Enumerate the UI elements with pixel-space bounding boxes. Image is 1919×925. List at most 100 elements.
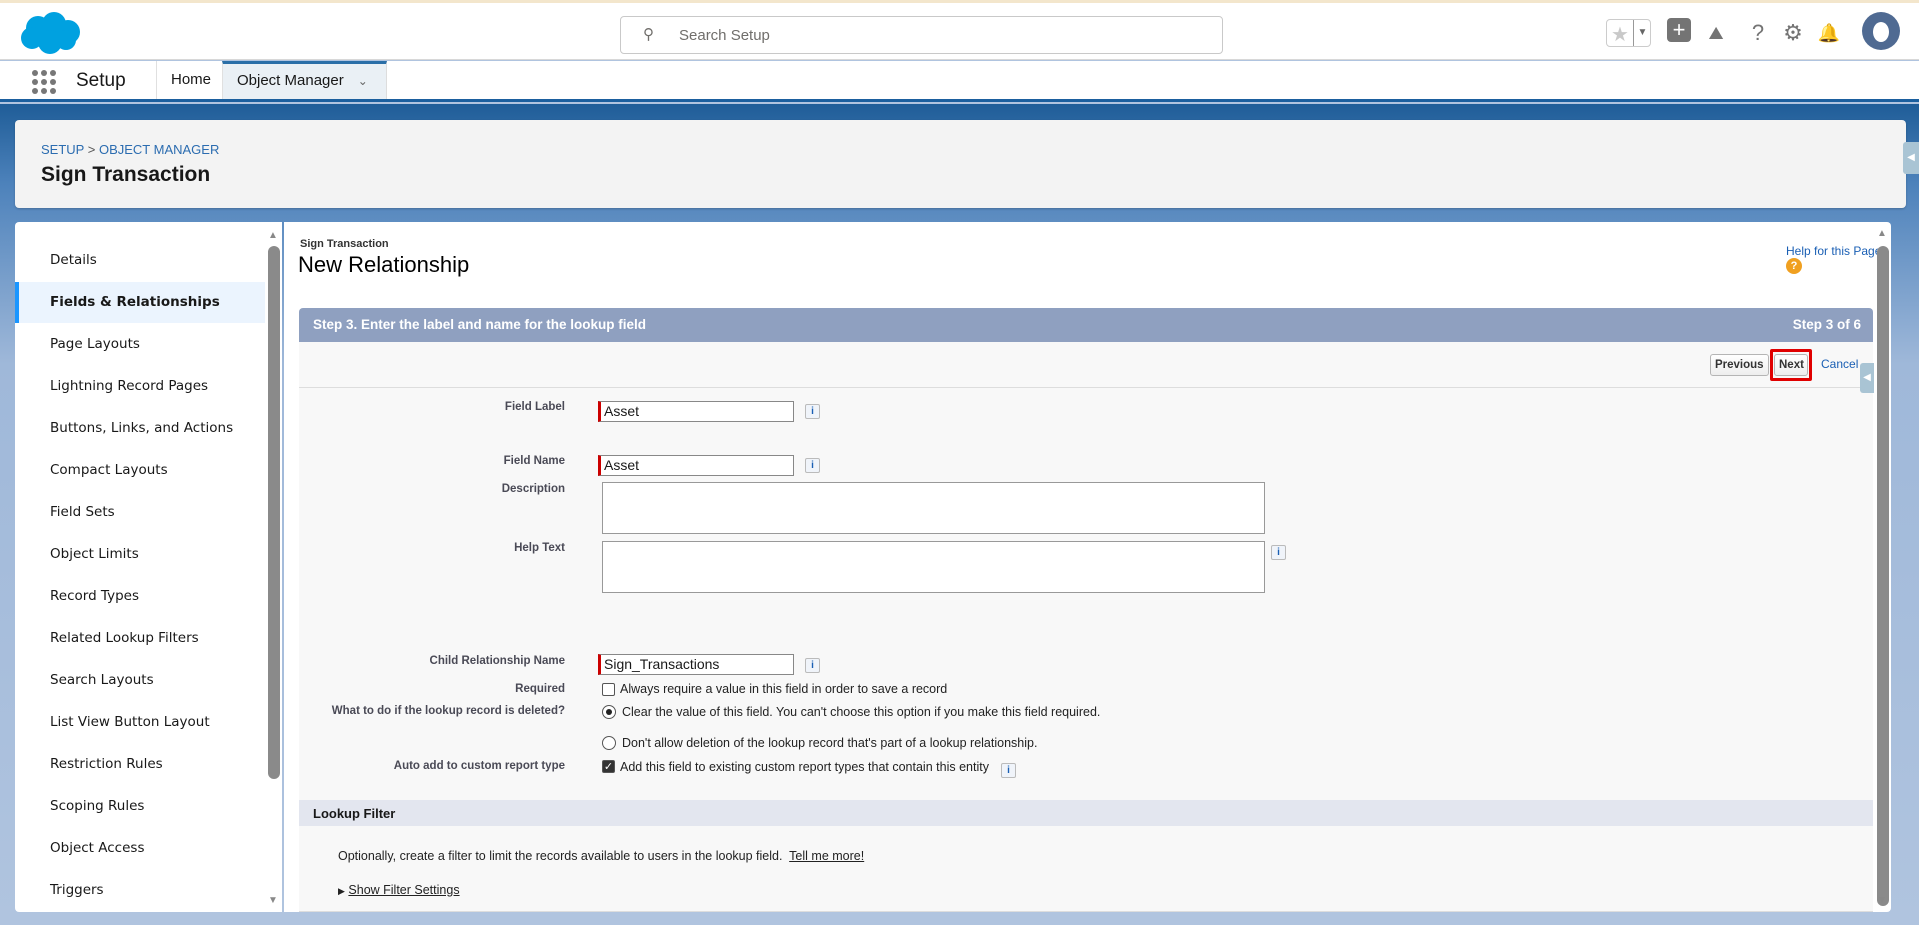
sidebar-item[interactable]: List View Button Layout bbox=[15, 702, 265, 743]
help-question-icon: ? bbox=[1786, 258, 1802, 274]
previous-button[interactable]: Previous bbox=[1710, 354, 1769, 376]
breadcrumb-setup[interactable]: SETUP bbox=[41, 142, 84, 157]
main-scrollbar[interactable] bbox=[1877, 246, 1889, 906]
object-name: Sign Transaction bbox=[300, 238, 389, 250]
divider bbox=[299, 387, 1873, 388]
previous-label: Previous bbox=[1715, 359, 1764, 371]
field-name-input[interactable]: Asset bbox=[598, 455, 794, 476]
lookup-filter-description: Optionally, create a filter to limit the… bbox=[338, 849, 864, 863]
sidebar-item[interactable]: Lightning Record Pages bbox=[15, 366, 265, 407]
required-label: Required bbox=[515, 683, 565, 695]
tab-label: Home bbox=[171, 71, 212, 88]
description-label: Description bbox=[501, 483, 565, 495]
next-label: Next bbox=[1779, 359, 1804, 371]
app-nav: Setup Home Object Manager ⌄ bbox=[0, 61, 1919, 102]
lookup-filter-header: Lookup Filter bbox=[299, 800, 1873, 826]
show-filter-settings-link[interactable]: Show Filter Settings bbox=[348, 883, 459, 897]
notifications-bell-icon[interactable]: 🔔 bbox=[1816, 20, 1842, 46]
object-header: SETUP > OBJECT MANAGER Sign Transaction bbox=[15, 120, 1906, 208]
prevent-delete-text: Don't allow deletion of the lookup recor… bbox=[622, 736, 1038, 750]
page-heading: New Relationship bbox=[298, 252, 470, 277]
help-link-text: Help for this Page bbox=[1786, 244, 1882, 258]
sidebar-item[interactable]: Related Lookup Filters bbox=[15, 618, 265, 659]
lookup-filter-text: Optionally, create a filter to limit the… bbox=[338, 849, 783, 863]
sidebar-item[interactable]: Details bbox=[15, 240, 265, 281]
tab-home[interactable]: Home bbox=[156, 61, 225, 99]
sidebar-item[interactable]: Compact Layouts bbox=[15, 450, 265, 491]
form-body bbox=[299, 342, 1873, 912]
search-icon: ⚲ bbox=[643, 26, 654, 43]
auto-add-label: Auto add to custom report type bbox=[393, 760, 565, 772]
auto-add-text: Add this field to existing custom report… bbox=[620, 760, 989, 774]
show-filter-settings-toggle[interactable]: ▶ Show Filter Settings bbox=[338, 883, 460, 897]
clear-value-text: Clear the value of this field. You can't… bbox=[622, 705, 1101, 719]
sidebar-item[interactable]: Object Access bbox=[15, 828, 265, 869]
help-text-textarea[interactable] bbox=[602, 541, 1265, 593]
step-header: Step 3. Enter the label and name for the… bbox=[299, 308, 1873, 342]
next-button[interactable]: Next bbox=[1774, 354, 1808, 376]
favorites-dropdown-icon[interactable]: ▼ bbox=[1633, 20, 1651, 46]
sidebar-scrollbar[interactable] bbox=[268, 246, 280, 779]
collapse-header-icon[interactable]: ◀ bbox=[1903, 142, 1919, 174]
tell-me-more-link[interactable]: Tell me more! bbox=[789, 849, 864, 863]
search-input[interactable]: ⚲ Search Setup bbox=[620, 16, 1223, 54]
sidebar-item[interactable]: Object Limits bbox=[15, 534, 265, 575]
field-name-label: Field Name bbox=[503, 455, 565, 467]
expand-triangle-icon: ▶ bbox=[338, 886, 345, 896]
app-launcher-icon[interactable] bbox=[32, 70, 56, 94]
sidebar-item[interactable]: Buttons, Links, and Actions bbox=[15, 408, 265, 449]
help-link[interactable]: Help for this Page ? bbox=[1786, 244, 1891, 274]
auto-add-checkbox[interactable]: ✓ bbox=[602, 760, 615, 773]
cancel-link[interactable]: Cancel bbox=[1821, 357, 1858, 371]
sidebar-item[interactable]: Scoping Rules bbox=[15, 786, 265, 827]
on-delete-label: What to do if the lookup record is delet… bbox=[331, 705, 565, 717]
tab-label: Object Manager bbox=[237, 72, 344, 89]
scroll-up-icon[interactable]: ▲ bbox=[268, 230, 278, 241]
required-text: Always require a value in this field in … bbox=[620, 682, 948, 696]
sidebar-item[interactable]: Fields & Relationships bbox=[15, 282, 265, 323]
scroll-up-icon[interactable]: ▲ bbox=[1877, 228, 1887, 239]
sidebar-item[interactable]: Record Types bbox=[15, 576, 265, 617]
info-icon[interactable]: i bbox=[805, 404, 820, 419]
field-label-input[interactable]: Asset bbox=[598, 401, 794, 422]
scroll-down-icon[interactable]: ▼ bbox=[268, 895, 278, 906]
sidebar-item[interactable]: Page Layouts bbox=[15, 324, 265, 365]
app-name: Setup bbox=[76, 70, 126, 91]
info-icon[interactable]: i bbox=[1001, 763, 1016, 778]
description-textarea[interactable] bbox=[602, 482, 1265, 534]
lookup-filter-title: Lookup Filter bbox=[313, 806, 396, 821]
help-text-label: Help Text bbox=[514, 542, 565, 554]
main-content: Sign Transaction New Relationship Help f… bbox=[284, 222, 1891, 912]
favorites-star-icon: ★ bbox=[1611, 24, 1629, 46]
breadcrumb-object-manager[interactable]: OBJECT MANAGER bbox=[99, 142, 219, 157]
global-header: ⚲ Search Setup ★ ▼ + ⛰ ? ⚙ 🔔 bbox=[0, 3, 1919, 60]
required-checkbox[interactable] bbox=[602, 683, 615, 696]
sidebar: Details Fields & Relationships Page Layout… bbox=[15, 222, 282, 912]
info-icon[interactable]: i bbox=[1271, 545, 1286, 560]
tab-object-manager[interactable]: Object Manager ⌄ bbox=[222, 61, 387, 99]
trailhead-icon[interactable]: ⛰ bbox=[1703, 20, 1729, 46]
salesforce-logo[interactable] bbox=[18, 10, 84, 56]
collapse-panel-icon[interactable]: ◀ bbox=[1860, 363, 1874, 393]
sidebar-item[interactable]: Field Sets bbox=[15, 492, 265, 533]
sidebar-item[interactable]: Restriction Rules bbox=[15, 744, 265, 785]
child-relationship-label: Child Relationship Name bbox=[429, 655, 565, 667]
global-add-icon[interactable]: + bbox=[1667, 18, 1691, 42]
info-icon[interactable]: i bbox=[805, 658, 820, 673]
prevent-delete-radio[interactable] bbox=[602, 736, 616, 750]
help-icon[interactable]: ? bbox=[1745, 20, 1771, 46]
clear-value-radio[interactable] bbox=[602, 705, 616, 719]
info-icon[interactable]: i bbox=[805, 458, 820, 473]
page-title: Sign Transaction bbox=[41, 163, 211, 186]
chevron-down-icon[interactable]: ⌄ bbox=[358, 74, 368, 88]
sidebar-item[interactable]: Search Layouts bbox=[15, 660, 265, 701]
step-title: Step 3. Enter the label and name for the… bbox=[313, 317, 647, 332]
sidebar-item[interactable]: Triggers bbox=[15, 870, 265, 911]
favorites-button[interactable]: ★ ▼ bbox=[1606, 19, 1651, 47]
search-placeholder: Search Setup bbox=[679, 27, 770, 44]
child-relationship-input[interactable]: Sign_Transactions bbox=[598, 654, 794, 675]
scroll-down-icon[interactable]: ▼ bbox=[1877, 895, 1887, 906]
setup-gear-icon[interactable]: ⚙ bbox=[1780, 20, 1806, 46]
field-label-label: Field Label bbox=[504, 401, 565, 413]
user-avatar[interactable] bbox=[1862, 12, 1900, 50]
